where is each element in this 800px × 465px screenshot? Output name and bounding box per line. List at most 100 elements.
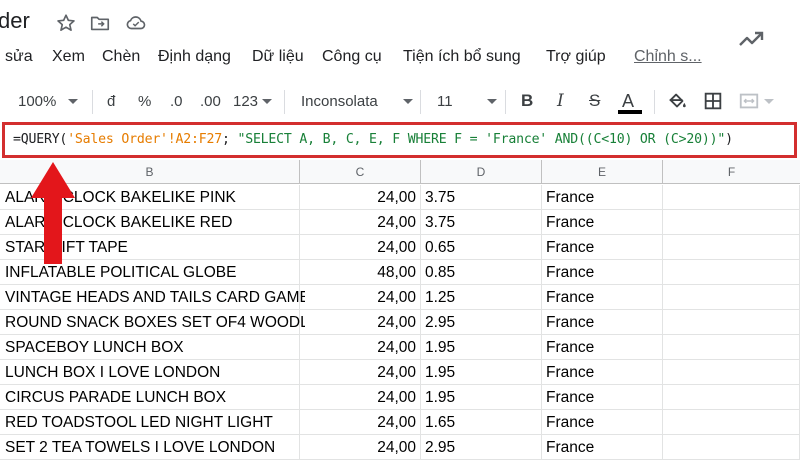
cell-country[interactable]: France [542, 335, 663, 360]
cell-country[interactable]: France [542, 310, 663, 335]
cell-country[interactable]: France [542, 185, 663, 210]
cell-country[interactable]: France [542, 260, 663, 285]
font-family-select[interactable]: Inconsolata [301, 83, 413, 119]
cell-empty[interactable] [663, 260, 800, 285]
formula-bar[interactable]: =QUERY('Sales Order'!A2:F27; "SELECT A, … [2, 122, 797, 158]
table-row: LUNCH BOX I LOVE LONDON 24,00 1.95 France [0, 360, 800, 385]
cell-unit-price[interactable]: 2.95 [421, 310, 542, 335]
chevron-down-icon [68, 98, 79, 104]
table-row: SPACEBOY LUNCH BOX 24,00 1.95 France [0, 335, 800, 360]
cell-empty[interactable] [663, 285, 800, 310]
menu-help[interactable]: Trợ giúp [546, 48, 606, 66]
cell-product-name[interactable]: ROUND SNACK BOXES SET OF4 WOODLAND [0, 310, 305, 335]
cell-country[interactable]: France [542, 385, 663, 410]
cell-quantity[interactable]: 24,00 [300, 210, 421, 235]
cell-quantity[interactable]: 24,00 [300, 410, 421, 435]
cell-country[interactable]: France [542, 410, 663, 435]
cell-country[interactable]: France [542, 360, 663, 385]
cell-country[interactable]: France [542, 235, 663, 260]
cell-product-name-text: VINTAGE HEADS AND TAILS CARD GAME [5, 289, 305, 306]
zoom-select[interactable]: 100% [18, 83, 79, 119]
cell-empty[interactable] [663, 435, 800, 460]
last-edit-link[interactable]: Chỉnh s... [634, 48, 702, 66]
cell-unit-price[interactable]: 1.95 [421, 385, 542, 410]
chevron-down-icon [403, 98, 413, 104]
table-row: CIRCUS PARADE LUNCH BOX 24,00 1.95 France [0, 385, 800, 410]
borders-button[interactable] [702, 83, 724, 119]
cell-empty[interactable] [663, 185, 800, 210]
cell-unit-price[interactable]: 1.65 [421, 410, 542, 435]
decrease-decimal-button[interactable]: .0 [170, 83, 183, 119]
cell-quantity[interactable]: 24,00 [300, 360, 421, 385]
cell-unit-price[interactable]: 0.65 [421, 235, 542, 260]
cell-quantity[interactable]: 24,00 [300, 310, 421, 335]
table-row: SET 2 TEA TOWELS I LOVE LONDON 24,00 2.95 F… [0, 435, 800, 460]
column-header-d[interactable]: D [421, 160, 542, 184]
document-title[interactable]: der [0, 8, 30, 34]
cell-empty[interactable] [663, 335, 800, 360]
menu-addons[interactable]: Tiện ích bổ sung [403, 48, 521, 66]
toolbar-divider [284, 90, 285, 114]
cell-unit-price[interactable]: 2.95 [421, 435, 542, 460]
menu-format[interactable]: Định dạng [158, 48, 231, 66]
star-icon[interactable] [54, 11, 78, 35]
cell-quantity[interactable]: 24,00 [300, 235, 421, 260]
more-formats-label: 123 [233, 92, 259, 110]
menu-tools[interactable]: Công cụ [322, 48, 382, 66]
increase-decimal-button[interactable]: .00 [200, 83, 221, 119]
fill-color-button[interactable] [666, 83, 688, 119]
cloud-saved-icon[interactable] [124, 11, 148, 35]
column-header-e[interactable]: E [542, 160, 663, 184]
cell-product-name[interactable]: CIRCUS PARADE LUNCH BOX [0, 385, 300, 410]
cell-empty[interactable] [663, 310, 800, 335]
cell-unit-price[interactable]: 1.25 [421, 285, 542, 310]
zoom-value: 100% [18, 92, 57, 110]
menu-edit[interactable]: sửa [5, 48, 33, 66]
cell-product-name-text: SPACEBOY LUNCH BOX [5, 339, 184, 356]
cell-unit-price[interactable]: 1.95 [421, 360, 542, 385]
cell-unit-price[interactable]: 3.75 [421, 185, 542, 210]
merge-cells-button[interactable] [738, 83, 774, 119]
cell-empty[interactable] [663, 410, 800, 435]
toolbar-divider [654, 90, 655, 114]
cell-empty[interactable] [663, 360, 800, 385]
cell-quantity[interactable]: 24,00 [300, 435, 421, 460]
more-formats-select[interactable]: 123 [233, 83, 273, 119]
cell-product-name[interactable]: LUNCH BOX I LOVE LONDON [0, 360, 300, 385]
cell-quantity[interactable]: 48,00 [300, 260, 421, 285]
cell-product-name[interactable]: SPACEBOY LUNCH BOX [0, 335, 300, 360]
italic-button[interactable]: I [557, 83, 564, 119]
format-percent-button[interactable]: % [138, 83, 151, 119]
chevron-down-icon [262, 98, 273, 104]
cell-country[interactable]: France [542, 210, 663, 235]
cell-product-name[interactable]: RED TOADSTOOL LED NIGHT LIGHT [0, 410, 300, 435]
menu-data[interactable]: Dữ liệu [252, 48, 304, 66]
cell-product-name[interactable]: SET 2 TEA TOWELS I LOVE LONDON [0, 435, 300, 460]
cell-product-name-text: CIRCUS PARADE LUNCH BOX [5, 389, 227, 406]
bold-button[interactable]: B [521, 83, 533, 119]
menu-view[interactable]: Xem [52, 48, 85, 66]
font-size-select[interactable]: 11 [437, 83, 497, 119]
move-folder-icon[interactable] [88, 11, 112, 35]
cell-unit-price[interactable]: 1.95 [421, 335, 542, 360]
strikethrough-button[interactable]: S [589, 83, 600, 119]
cell-quantity[interactable]: 24,00 [300, 185, 421, 210]
cell-empty[interactable] [663, 385, 800, 410]
column-header-c[interactable]: C [300, 160, 421, 184]
cell-quantity[interactable]: 24,00 [300, 285, 421, 310]
cell-country[interactable]: France [542, 285, 663, 310]
cell-product-name[interactable]: VINTAGE HEADS AND TAILS CARD GAME [0, 285, 305, 310]
spreadsheet-grid: B C D E F ALARM CLOCK BAKELIKE PINK 24,00… [0, 160, 800, 465]
format-currency-button[interactable]: đ [107, 83, 115, 119]
menu-insert[interactable]: Chèn [102, 48, 140, 66]
formula-text[interactable]: =QUERY('Sales Order'!A2:F27; "SELECT A, … [13, 132, 733, 147]
cell-quantity[interactable]: 24,00 [300, 335, 421, 360]
cell-quantity[interactable]: 24,00 [300, 385, 421, 410]
cell-empty[interactable] [663, 235, 800, 260]
cell-country[interactable]: France [542, 435, 663, 460]
cell-empty[interactable] [663, 210, 800, 235]
column-header-f[interactable]: F [663, 160, 800, 184]
chevron-down-icon [487, 98, 497, 104]
cell-unit-price[interactable]: 3.75 [421, 210, 542, 235]
cell-unit-price[interactable]: 0.85 [421, 260, 542, 285]
